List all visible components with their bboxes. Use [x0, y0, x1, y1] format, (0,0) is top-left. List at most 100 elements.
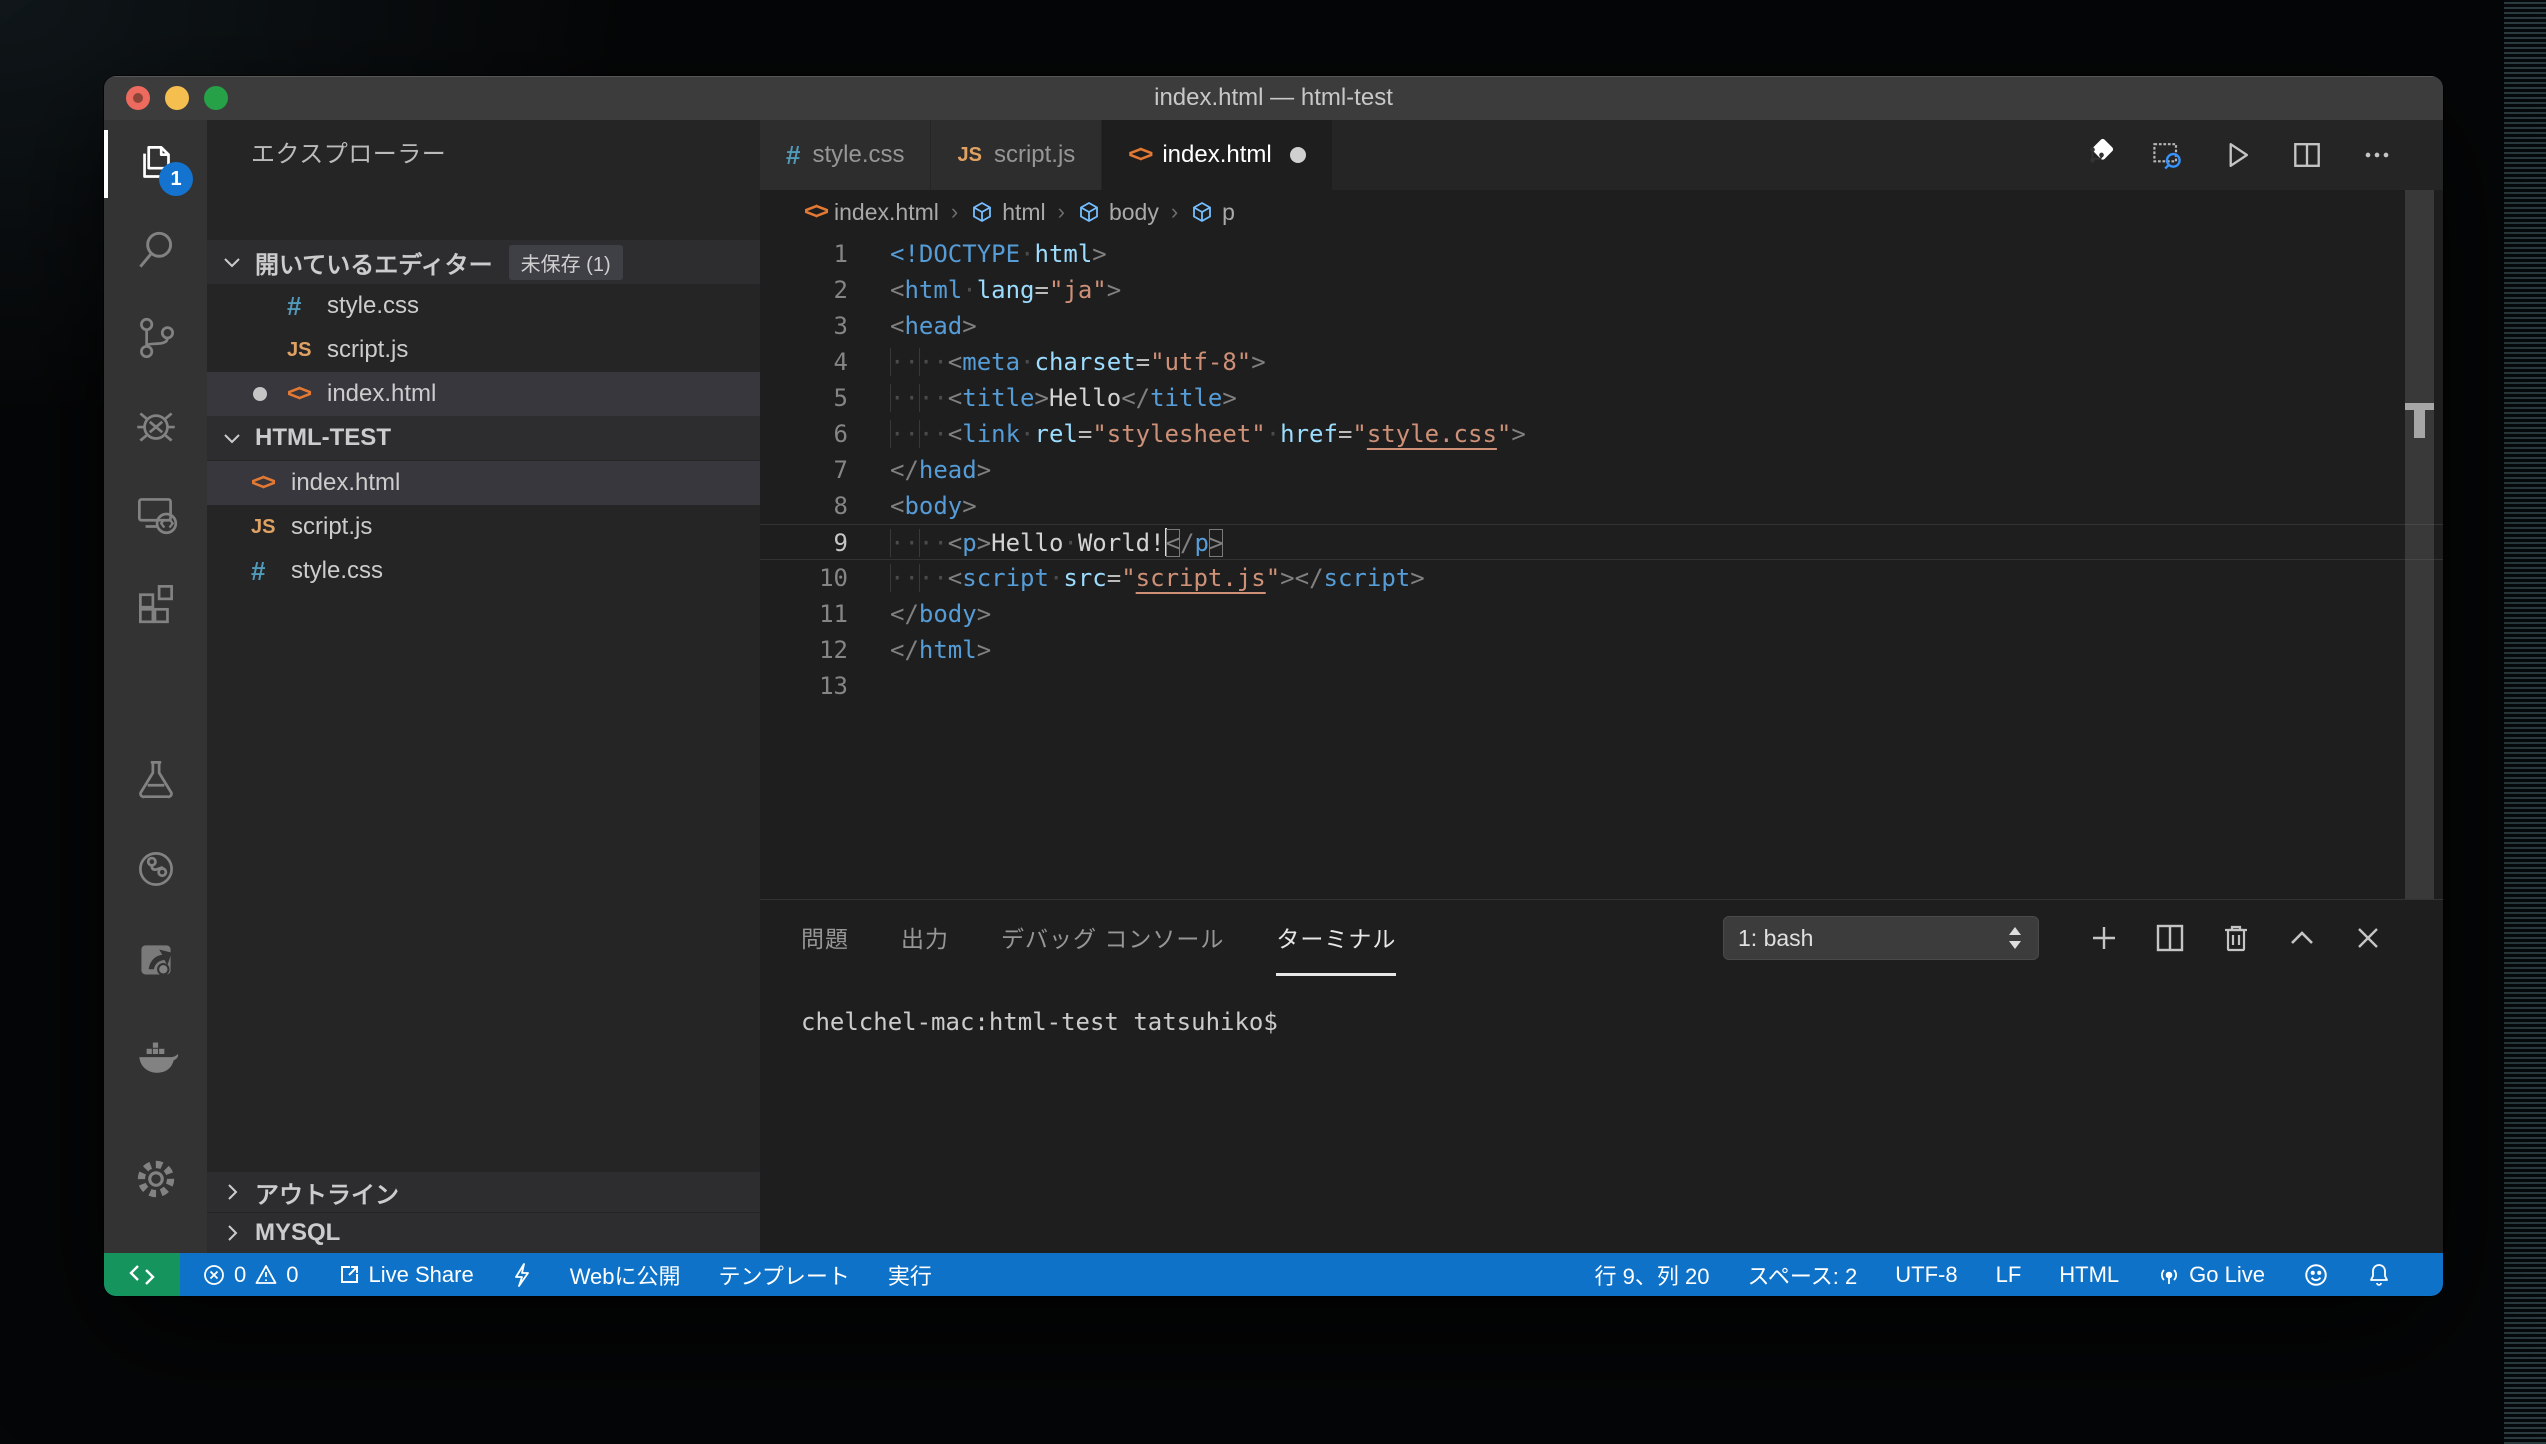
remote-icon — [127, 1262, 157, 1288]
breadcrumb-separator: › — [1058, 199, 1065, 225]
html-file-icon: <> — [804, 198, 826, 226]
open-editor-index-html[interactable]: <>index.html — [207, 372, 760, 416]
file-script-js[interactable]: JSscript.js — [207, 505, 760, 549]
editor-area: #style.css JS script.js <>index.html <> — [760, 120, 2443, 1253]
breadcrumb-separator: › — [1171, 199, 1178, 225]
live-share-button[interactable]: Live Share — [325, 1253, 486, 1296]
scrollbar-marker — [2414, 410, 2425, 438]
debug-icon[interactable] — [104, 382, 207, 470]
chevron-down-icon — [221, 427, 243, 449]
panel-tab--[interactable]: ターミナル — [1276, 900, 1396, 976]
tab-label: script.js — [994, 141, 1075, 169]
close-panel-icon[interactable] — [2349, 919, 2387, 957]
js-file-icon: JS — [251, 516, 291, 539]
git-compare-icon[interactable] — [2079, 137, 2115, 173]
terminal-prompt[interactable]: chelchel-mac:html-test tatsuhiko$ — [801, 1008, 1278, 1036]
file-name: style.css — [327, 292, 419, 320]
open-editor-style-css[interactable]: #style.css — [207, 284, 760, 328]
section-mysql[interactable]: MYSQL — [207, 1213, 760, 1253]
panel-tab--[interactable]: 問題 — [801, 900, 849, 976]
broadcast-icon — [2157, 1263, 2181, 1287]
panel-tab--[interactable]: 出力 — [901, 900, 949, 976]
code-line-4: 4····<meta·charset="utf-8"> — [760, 344, 2443, 380]
tab-script-js[interactable]: JS script.js — [931, 120, 1102, 190]
maximize-panel-icon[interactable] — [2283, 919, 2321, 957]
breadcrumb-body[interactable]: body — [1077, 199, 1159, 226]
window-zoom-button[interactable] — [204, 86, 228, 110]
symbol-cube-icon — [970, 200, 994, 224]
line-number: 7 — [760, 452, 848, 488]
new-terminal-icon[interactable] — [2085, 919, 2123, 957]
html-file-icon: <> — [1128, 141, 1150, 169]
split-terminal-icon[interactable] — [2151, 919, 2189, 957]
section--[interactable]: アウトライン — [207, 1172, 760, 1212]
publish-share-icon[interactable] — [104, 918, 207, 1006]
breadcrumb-p[interactable]: p — [1190, 199, 1235, 226]
feedback-smiley-icon[interactable] — [2291, 1253, 2341, 1296]
folder-header[interactable]: HTML-TEST — [207, 416, 760, 460]
lightning-button[interactable] — [500, 1253, 544, 1296]
docker-icon[interactable] — [104, 1010, 207, 1098]
go-live-button[interactable]: Go Live — [2145, 1253, 2277, 1296]
panel-tab--[interactable]: デバッグ コンソール — [1001, 900, 1224, 976]
modified-dot-icon — [253, 387, 267, 401]
select-arrows-icon — [2006, 925, 2024, 951]
search-icon[interactable] — [104, 206, 207, 294]
tab-index-html[interactable]: <>index.html — [1102, 120, 1332, 190]
code-line-1: 1<!DOCTYPE·html> — [760, 236, 2443, 272]
editor-scrollbar[interactable] — [2405, 190, 2434, 950]
code-line-11: 11</body> — [760, 596, 2443, 632]
activity-bar: 1 — [104, 120, 207, 1253]
source-control-icon[interactable] — [104, 294, 207, 382]
line-number: 8 — [760, 488, 848, 524]
indentation[interactable]: スペース: 2 — [1735, 1253, 1869, 1296]
code-line-10: 10····<script·src="script.js"></script> — [760, 560, 2443, 596]
title-bar: index.html — html-test — [104, 76, 2443, 120]
extensions-icon[interactable] — [104, 558, 207, 646]
encoding[interactable]: UTF-8 — [1883, 1253, 1969, 1296]
open-preview-icon[interactable] — [2149, 137, 2185, 173]
js-file-icon: JS — [957, 144, 981, 167]
open-editor-script-js[interactable]: JSscript.js — [207, 328, 760, 372]
remote-explorer-icon[interactable] — [104, 470, 207, 558]
testing-flask-icon[interactable] — [104, 735, 207, 823]
code-line-2: 2<html·lang="ja"> — [760, 272, 2443, 308]
open-editors-label: 開いているエディター — [255, 245, 493, 280]
settings-gear-icon[interactable] — [104, 1135, 207, 1223]
publish-web-button[interactable]: Webに公開 — [558, 1253, 693, 1296]
window-close-button[interactable] — [126, 86, 150, 110]
template-button[interactable]: テンプレート — [707, 1253, 862, 1296]
open-editors-header[interactable]: 開いているエディター 未保存 (1) — [207, 240, 760, 284]
notifications-bell-icon[interactable] — [2355, 1253, 2403, 1296]
explorer-icon[interactable]: 1 — [104, 120, 207, 208]
css-file-icon: # — [287, 291, 327, 322]
template-label: テンプレート — [719, 1259, 850, 1291]
language-mode[interactable]: HTML — [2047, 1253, 2131, 1296]
window-minimize-button[interactable] — [165, 86, 189, 110]
kill-terminal-trash-icon[interactable] — [2217, 919, 2255, 957]
html-file-icon: <> — [251, 469, 291, 497]
live-share-label: Live Share — [369, 1262, 474, 1288]
file-style-css[interactable]: #style.css — [207, 549, 760, 593]
run-status-button[interactable]: 実行 — [876, 1253, 944, 1296]
unsaved-badge: 未保存 (1) — [509, 245, 623, 280]
file-name: script.js — [327, 336, 408, 364]
tab-style-css[interactable]: #style.css — [760, 120, 931, 190]
code-line-6: 6····<link·rel="stylesheet"·href="style.… — [760, 416, 2443, 452]
breadcrumb-html[interactable]: html — [970, 199, 1045, 226]
file-index-html[interactable]: <>index.html — [207, 461, 760, 505]
code-editor[interactable]: 1<!DOCTYPE·html>2<html·lang="ja">3<head>… — [760, 236, 2443, 943]
lightning-icon — [512, 1262, 532, 1288]
more-actions-icon[interactable] — [2359, 137, 2395, 173]
live-share-circle-icon[interactable] — [104, 825, 207, 913]
html-file-icon: <> — [287, 380, 327, 408]
cursor-position[interactable]: 行 9、列 20 — [1583, 1253, 1722, 1296]
problems-status[interactable]: 0 0 — [190, 1253, 311, 1296]
run-icon[interactable] — [2219, 137, 2255, 173]
breadcrumb-index-html[interactable]: <>index.html — [804, 198, 939, 226]
split-editor-icon[interactable] — [2289, 137, 2325, 173]
terminal-select[interactable]: 1: bash — [1723, 916, 2039, 960]
remote-indicator[interactable] — [104, 1253, 180, 1296]
eol-sequence[interactable]: LF — [1984, 1253, 2034, 1296]
line-number: 13 — [760, 668, 848, 704]
